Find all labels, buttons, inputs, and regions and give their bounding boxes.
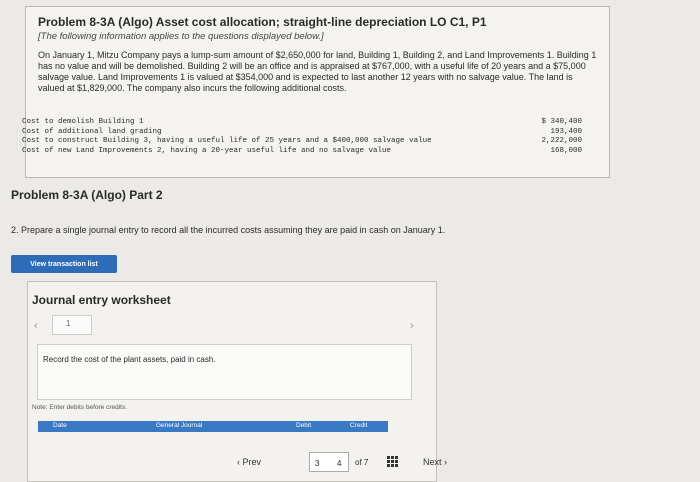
chevron-left-icon[interactable]: ‹	[34, 320, 38, 332]
cost-label: Cost of new Land Improvements 2, having …	[22, 146, 392, 155]
note-text: Note: Enter debits before credits.	[32, 404, 128, 411]
cost-row: Cost to construct Building 3, having a u…	[22, 137, 582, 147]
chevron-right-icon[interactable]: ›	[410, 320, 414, 332]
problem-paragraph: On January 1, Mitzu Company pays a lump-…	[38, 50, 597, 93]
journal-header-bar: Date General Journal Debit Credit	[38, 421, 388, 432]
problem-subtitle: [The following information applies to th…	[38, 31, 324, 42]
cost-row: Cost to demolish Building 1 $ 340,400	[22, 118, 582, 128]
entry-number: 1	[66, 319, 71, 328]
page-of-label: of 7	[355, 458, 369, 467]
tab-general-journal: General Journal	[156, 422, 203, 429]
cost-label: Cost to construct Building 3, having a u…	[22, 137, 432, 145]
view-transaction-list-button[interactable]: View transaction list	[11, 255, 117, 273]
cost-value: 2,222,000	[541, 137, 582, 145]
cost-table: Cost to demolish Building 1 $ 340,400 Co…	[22, 118, 582, 156]
question-text: 2. Prepare a single journal entry to rec…	[11, 225, 446, 235]
cost-value: 193,400	[550, 127, 582, 136]
pagination: ‹ Prev 3 4 of 7 Next ›	[237, 452, 472, 474]
page-next-number: 4	[337, 459, 342, 468]
prev-label: Prev	[242, 457, 262, 467]
cost-value: 168,000	[550, 146, 582, 155]
instruction-box: Record the cost of the plant assets, pai…	[37, 344, 412, 400]
next-button[interactable]: Next ›	[423, 457, 447, 467]
cost-label: Cost of additional land grading	[22, 127, 162, 136]
instruction-text: Record the cost of the plant assets, pai…	[43, 355, 216, 364]
cost-row: Cost of additional land grading 193,400	[22, 128, 582, 138]
cost-label: Cost to demolish Building 1	[22, 118, 144, 126]
cost-row: Cost of new Land Improvements 2, having …	[22, 147, 582, 157]
page-number-box[interactable]: 3 4	[309, 452, 349, 472]
tab-date: Date	[53, 422, 67, 429]
grid-icon[interactable]	[387, 456, 399, 468]
cost-value: $ 340,400	[541, 118, 582, 126]
worksheet-title: Journal entry worksheet	[32, 293, 171, 307]
entry-number-box[interactable]: 1	[52, 315, 92, 335]
page-current: 3	[315, 459, 320, 468]
tab-debit: Debit	[296, 422, 312, 429]
next-label: Next	[423, 457, 442, 467]
part-title: Problem 8-3A (Algo) Part 2	[11, 188, 163, 202]
problem-title: Problem 8-3A (Algo) Asset cost allocatio…	[38, 15, 487, 29]
tab-credit: Credit	[350, 422, 368, 429]
prev-button[interactable]: ‹ Prev	[237, 457, 261, 467]
